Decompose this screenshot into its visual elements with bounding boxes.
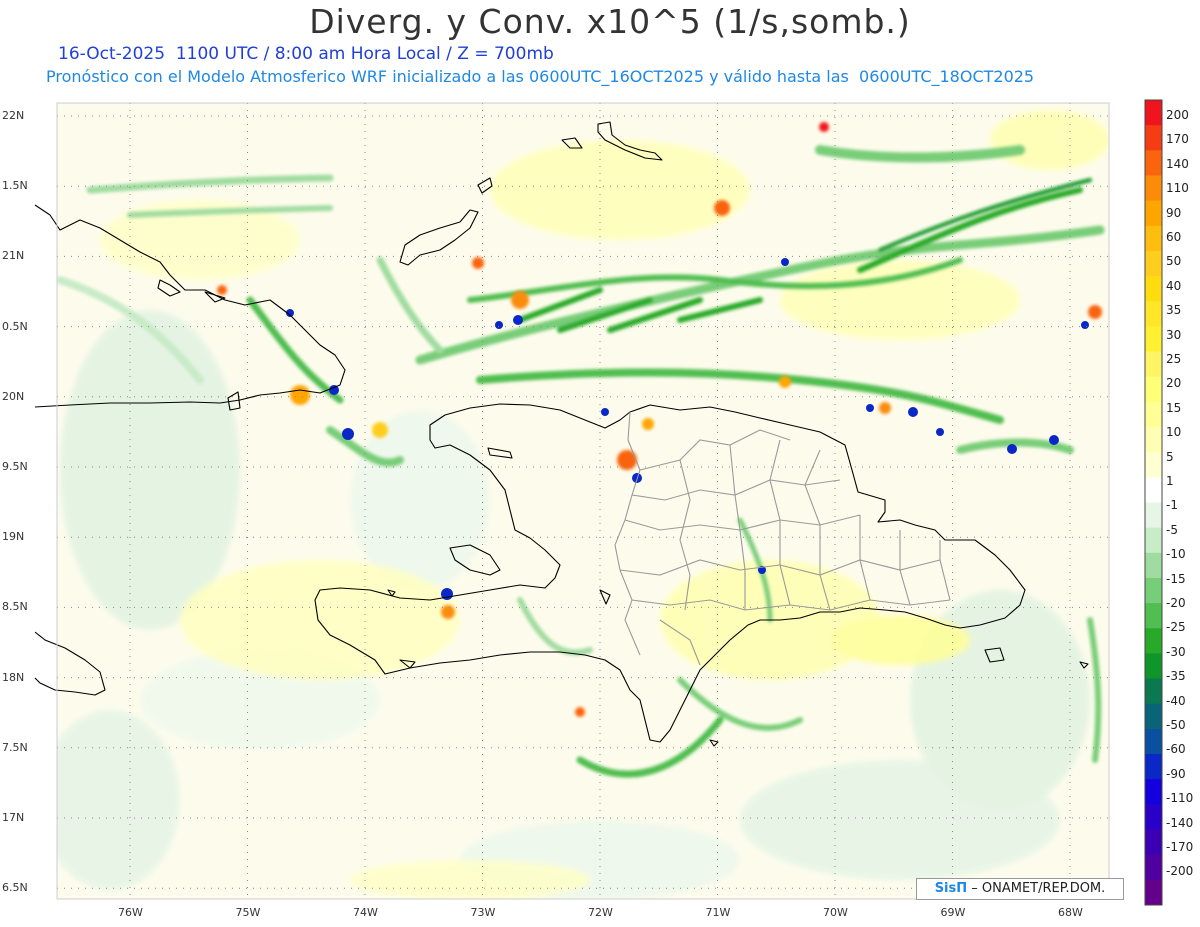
lon-label: 72W xyxy=(588,906,613,919)
colorbar-label: 40 xyxy=(1166,278,1182,293)
colorbar-swatch xyxy=(1145,854,1162,881)
lat-label: 6.5N xyxy=(2,881,28,895)
colorbar-swatch xyxy=(1145,276,1162,302)
colorbar-swatch xyxy=(1145,653,1162,680)
colorbar-label: -10 xyxy=(1166,547,1186,562)
colorbar-label: 25 xyxy=(1166,352,1182,366)
colorbar-label: 10 xyxy=(1166,425,1182,440)
colorbar-swatch xyxy=(1145,552,1162,579)
colorbar-swatch xyxy=(1145,452,1162,478)
colorbar-label: -35 xyxy=(1166,669,1186,684)
colorbar-label: 35 xyxy=(1166,303,1182,318)
colorbar xyxy=(1144,99,1163,906)
lon-label: 76W xyxy=(118,906,143,919)
colorbar-label: 5 xyxy=(1166,449,1174,464)
colorbar-swatch xyxy=(1145,603,1162,629)
colorbar-label: -60 xyxy=(1166,742,1186,757)
credit-text: – ONAMET/REP.DOM. xyxy=(971,881,1106,896)
credit-badge: SisΠ – ONAMET/REP.DOM. xyxy=(916,878,1124,900)
colorbar-label: -50 xyxy=(1166,718,1186,732)
sisth-brand: SisΠ xyxy=(934,881,968,896)
colorbar-label: 110 xyxy=(1166,181,1189,196)
colorbar-swatch xyxy=(1145,376,1162,403)
colorbar-label: -40 xyxy=(1166,693,1186,708)
colorbar-label: -5 xyxy=(1166,522,1178,537)
colorbar-label: 60 xyxy=(1166,230,1182,244)
divergence-field xyxy=(57,103,1109,899)
colorbar-swatch xyxy=(1145,401,1162,428)
colorbar-swatch xyxy=(1145,301,1162,327)
colorbar-label: -1 xyxy=(1166,498,1178,513)
lon-label: 74W xyxy=(353,906,378,919)
colorbar-label: -25 xyxy=(1166,620,1186,635)
colorbar-swatch xyxy=(1145,477,1162,503)
colorbar-label: -110 xyxy=(1166,791,1194,806)
lat-label: 20N xyxy=(2,389,25,403)
lat-label: 19N xyxy=(2,530,25,544)
colorbar-swatch xyxy=(1145,628,1162,654)
colorbar-swatch xyxy=(1145,527,1162,554)
colorbar-swatch xyxy=(1145,200,1162,227)
colorbar-swatch xyxy=(1145,225,1162,252)
lat-label: 22N xyxy=(2,109,25,122)
lat-label: 21N xyxy=(2,249,25,263)
lat-label: 1.5N xyxy=(2,179,28,193)
lon-label: 71W xyxy=(705,906,731,919)
colorbar-label: 140 xyxy=(1166,156,1189,171)
colorbar-label: 1 xyxy=(1166,474,1174,488)
lon-label: 68W xyxy=(1058,906,1083,919)
lon-label: 73W xyxy=(470,906,496,919)
lat-label: 17N xyxy=(2,811,25,824)
colorbar-label: -140 xyxy=(1166,815,1194,830)
colorbar-swatch xyxy=(1145,577,1162,604)
colorbar-swatch xyxy=(1145,829,1162,856)
colorbar-label: -20 xyxy=(1166,596,1186,610)
colorbar-swatch xyxy=(1145,175,1162,202)
colorbar-swatch xyxy=(1145,703,1162,730)
lon-label: 70W xyxy=(823,906,848,919)
colorbar-swatch xyxy=(1145,678,1162,705)
colorbar-label: 200 xyxy=(1166,108,1189,122)
lon-label: 75W xyxy=(235,906,261,919)
colorbar-label: -15 xyxy=(1166,571,1186,586)
forecast-map xyxy=(34,99,1163,906)
colorbar-swatch xyxy=(1145,326,1162,353)
colorbar-label: -200 xyxy=(1166,864,1194,879)
colorbar-label: -30 xyxy=(1166,644,1186,659)
lat-label: 8.5N xyxy=(2,600,28,614)
colorbar-label: 90 xyxy=(1166,205,1182,220)
lat-label: 0.5N xyxy=(2,319,28,333)
colorbar-label: -90 xyxy=(1166,766,1186,781)
colorbar-swatch xyxy=(1145,150,1162,176)
colorbar-label: 30 xyxy=(1166,327,1182,342)
lat-label: 7.5N xyxy=(2,740,28,754)
colorbar-swatch xyxy=(1145,250,1162,277)
colorbar-swatch xyxy=(1145,779,1162,805)
colorbar-label: 20 xyxy=(1166,376,1182,391)
colorbar-swatch xyxy=(1145,351,1162,378)
lat-label: 9.5N xyxy=(2,460,28,473)
colorbar-label: 170 xyxy=(1166,132,1189,147)
colorbar-swatch xyxy=(1145,879,1162,906)
lon-label: 69W xyxy=(940,906,966,919)
colorbar-label: -170 xyxy=(1166,840,1194,854)
colorbar-swatch xyxy=(1145,804,1162,831)
colorbar-swatch xyxy=(1145,502,1162,529)
colorbar-swatch xyxy=(1145,125,1162,151)
lat-label: 18N xyxy=(2,670,25,684)
colorbar-label: 50 xyxy=(1166,254,1182,269)
colorbar-swatch xyxy=(1145,754,1162,780)
colorbar-label: 15 xyxy=(1166,400,1182,415)
colorbar-swatch xyxy=(1145,728,1162,755)
colorbar-swatch xyxy=(1145,427,1162,453)
colorbar-swatch xyxy=(1145,100,1162,126)
